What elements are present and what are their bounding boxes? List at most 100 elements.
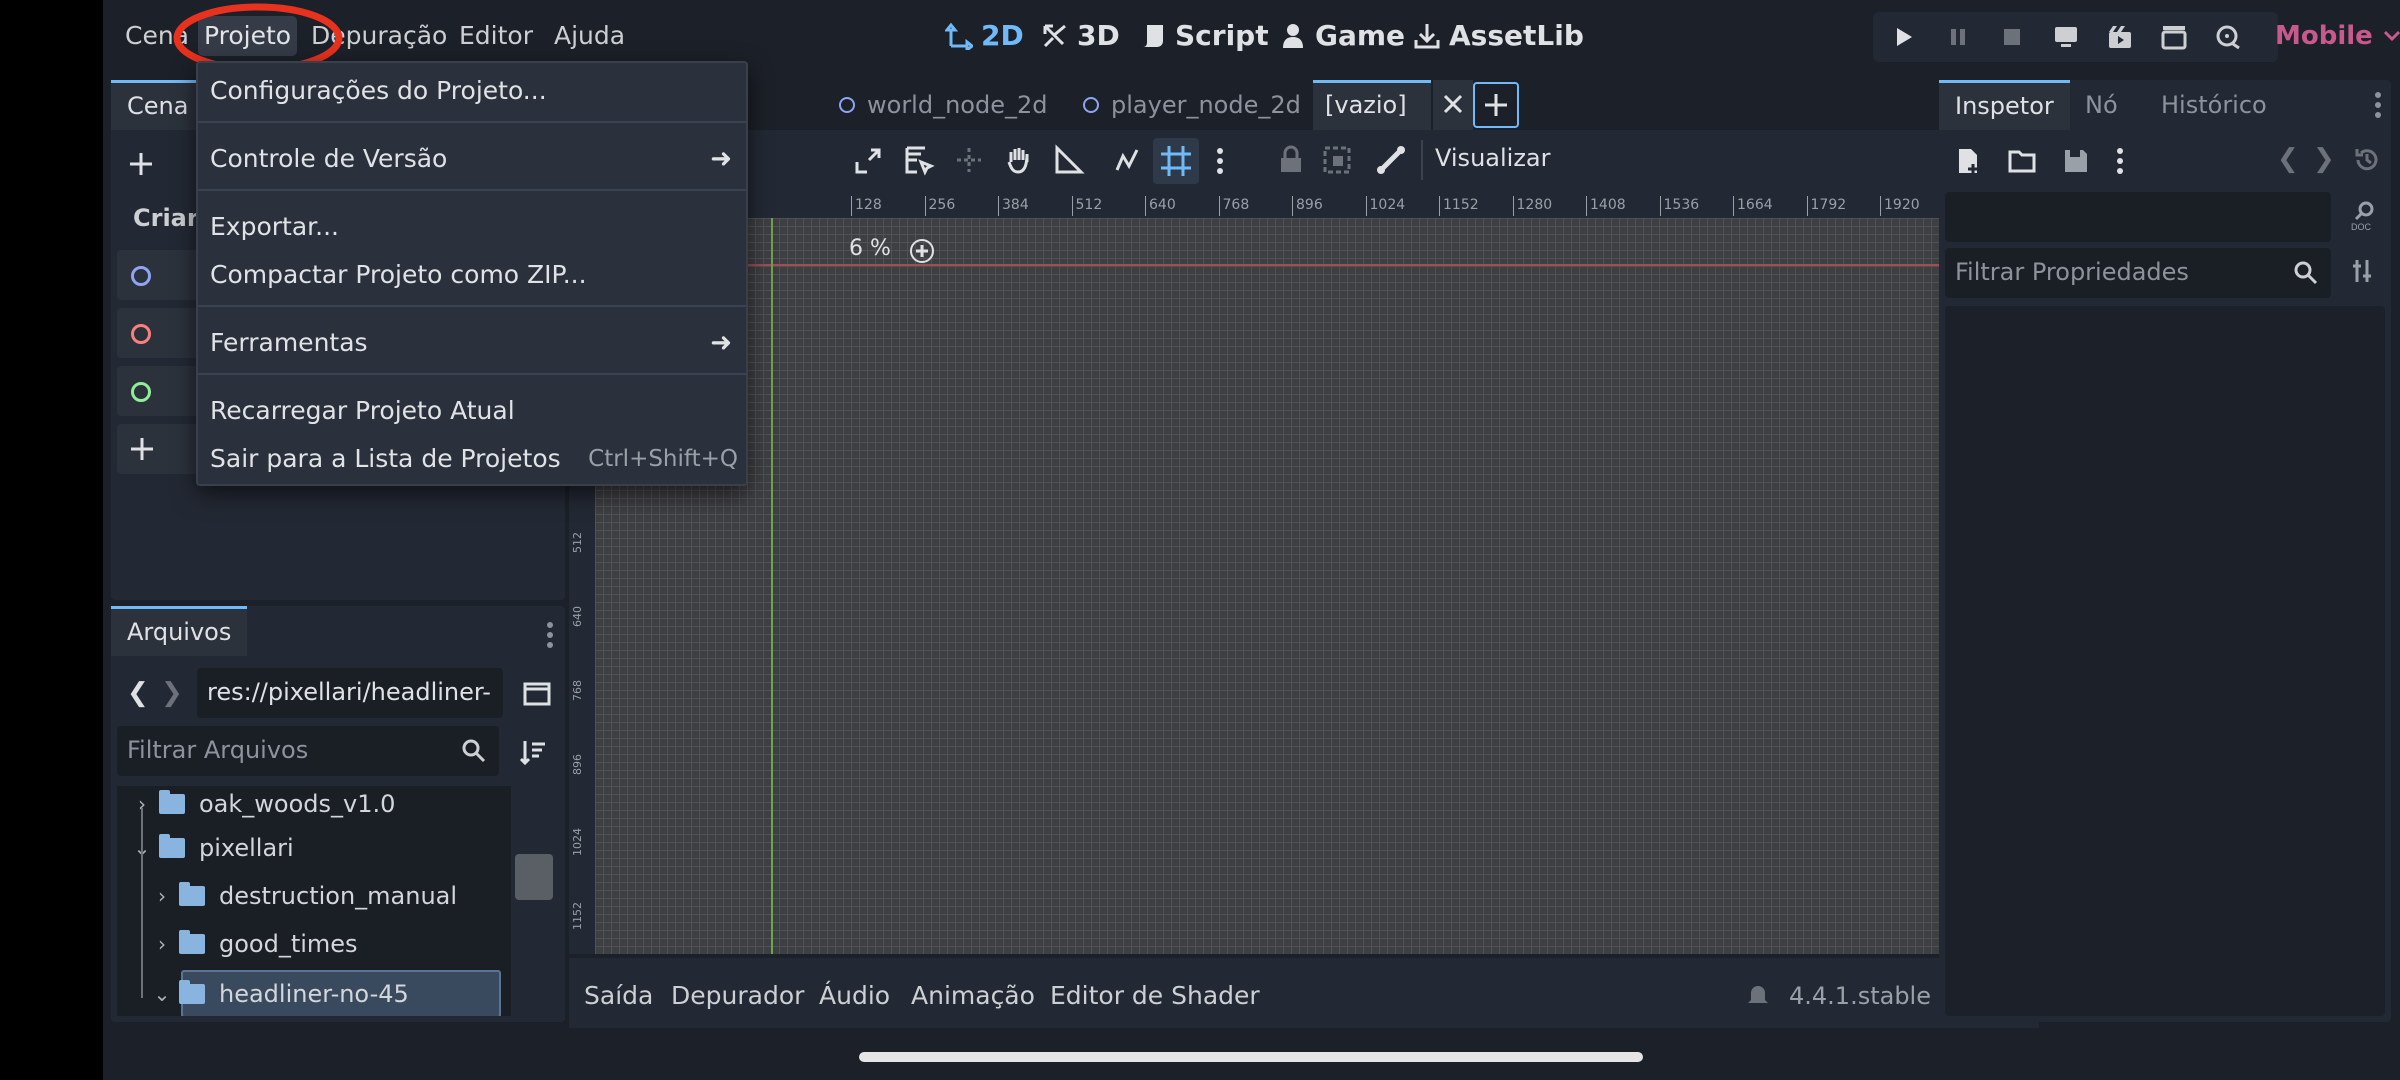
- tab-debugger[interactable]: Depurador: [671, 976, 804, 1016]
- back-arrow-icon[interactable]: ❮: [127, 678, 149, 708]
- tree-row[interactable]: › good_times: [151, 922, 358, 966]
- home-indicator[interactable]: [859, 1052, 1643, 1062]
- selectable-nodes-icon[interactable]: [903, 144, 935, 176]
- group-icon[interactable]: [1321, 144, 1353, 176]
- workspace-game[interactable]: Game: [1279, 16, 1405, 56]
- sort-button[interactable]: [513, 732, 553, 772]
- chevron-down-icon: ⌄: [153, 982, 171, 1006]
- scene-tab-empty[interactable]: [vazio]: [1313, 80, 1431, 130]
- scene-tab-label: world_node_2d: [867, 91, 1048, 119]
- view-menu[interactable]: Visualizar: [1435, 144, 1551, 172]
- menu-item-label: Exportar...: [210, 212, 339, 241]
- ruler-tick-label: 256: [924, 196, 955, 216]
- tab-cena[interactable]: Cena: [111, 80, 205, 130]
- script-icon: [1143, 25, 1163, 47]
- ruler-tick-label: 1536: [1659, 196, 1699, 216]
- ruler-icon[interactable]: [1053, 144, 1085, 176]
- scene-tab-label: [vazio]: [1325, 91, 1407, 119]
- object-path-field[interactable]: [1945, 192, 2331, 242]
- menu-item-project-settings[interactable]: Configurações do Projeto...: [206, 69, 738, 113]
- menu-item-zip[interactable]: Compactar Projeto como ZIP...: [206, 253, 738, 297]
- tree-row[interactable]: ⌄pixellari: [131, 826, 294, 870]
- renderer-select[interactable]: Mobile: [2275, 16, 2400, 56]
- tree-row[interactable]: › oak_woods_v1.0: [131, 786, 395, 826]
- scale-icon[interactable]: [853, 144, 885, 176]
- menu-item-export[interactable]: Exportar...: [206, 205, 738, 249]
- inspector-content: [1945, 306, 2385, 1016]
- stop-button[interactable]: [1995, 20, 2029, 54]
- workspace-2d[interactable]: 2D: [945, 16, 1024, 56]
- kebab-menu-icon[interactable]: [2115, 146, 2125, 176]
- ruler-tick-label: 640: [571, 606, 584, 627]
- kebab-menu-icon[interactable]: [2373, 90, 2383, 120]
- workspace-3d[interactable]: 3D: [1041, 16, 1120, 56]
- workspace-script[interactable]: Script: [1139, 16, 1269, 56]
- play-scene-button[interactable]: [2103, 20, 2137, 54]
- tools-icon[interactable]: [2349, 256, 2379, 286]
- tab-output[interactable]: Saída: [584, 976, 653, 1016]
- menu-item-tools[interactable]: Ferramentas ➜: [206, 321, 738, 365]
- tree-row[interactable]: › destruction_manual: [151, 874, 457, 918]
- new-resource-icon[interactable]: [1953, 146, 1983, 176]
- scene-tab-player[interactable]: player_node_2d: [1083, 80, 1301, 130]
- tab-historico[interactable]: Histórico: [2145, 80, 2283, 130]
- menu-separator: [198, 373, 746, 375]
- menu-item-quit-to-list[interactable]: Sair para a Lista de Projetos Ctrl+Shift+…: [206, 437, 738, 481]
- file-tree-scrollbar[interactable]: [515, 854, 553, 900]
- play-custom-scene-button[interactable]: [2157, 20, 2191, 54]
- canvas-toolbar: Visualizar: [569, 130, 2039, 192]
- toolbar-divider: [1421, 140, 1423, 180]
- pause-icon: [1951, 29, 1965, 45]
- tab-shader-editor[interactable]: Editor de Shader: [1050, 976, 1260, 1016]
- kebab-menu-icon[interactable]: [545, 620, 555, 650]
- path-field[interactable]: res://pixellari/headliner-n: [197, 668, 503, 754]
- play-button[interactable]: [1887, 20, 1921, 54]
- canvas-viewport[interactable]: 128 256 384 512 640 768 896 1024 1152 1280 1408 153…: [569, 192, 2039, 954]
- history-back-icon[interactable]: ❮: [2277, 144, 2299, 174]
- pivot-icon[interactable]: [953, 144, 985, 176]
- menu-ajuda[interactable]: Ajuda: [548, 16, 631, 56]
- lock-icon[interactable]: [1275, 144, 1307, 176]
- save-icon[interactable]: [2061, 146, 2091, 176]
- pause-button[interactable]: [1941, 20, 1975, 54]
- node2d-icon: [839, 97, 855, 113]
- tab-animation[interactable]: Animação: [911, 976, 1035, 1016]
- menu-item-shortcut: Ctrl+Shift+Q: [588, 446, 738, 472]
- menu-editor[interactable]: Editor: [453, 16, 539, 56]
- menu-item-reload[interactable]: Recarregar Projeto Atual: [206, 389, 738, 433]
- tab-no[interactable]: Nó: [2069, 80, 2134, 130]
- tab-inspetor[interactable]: Inspetor: [1939, 80, 2070, 130]
- scene-tab-world[interactable]: world_node_2d: [839, 80, 1047, 130]
- doc-search-icon[interactable]: DOC: [2347, 198, 2381, 232]
- new-scene-button[interactable]: [1473, 82, 1519, 128]
- history-forward-icon[interactable]: ❯: [2313, 144, 2335, 174]
- film-reel-icon: [2216, 25, 2240, 50]
- tab-arquivos[interactable]: Arquivos: [111, 606, 248, 656]
- open-folder-icon[interactable]: [2007, 146, 2037, 176]
- movie-maker-button[interactable]: [2211, 20, 2245, 54]
- bell-icon[interactable]: [1745, 982, 1771, 1008]
- pan-hand-icon[interactable]: [1003, 144, 1035, 176]
- tree-row[interactable]: ⌄ headliner-no-45: [151, 972, 409, 1016]
- menu-separator: [198, 305, 746, 307]
- game-icon: [1283, 24, 1303, 48]
- zoom-in-icon[interactable]: [909, 238, 935, 264]
- tab-audio[interactable]: Áudio: [819, 976, 890, 1016]
- filter-properties-input[interactable]: Filtrar Propriedades: [1945, 248, 2331, 298]
- close-tab-button[interactable]: [1433, 80, 1473, 130]
- filter-files-input[interactable]: Filtrar Arquivos: [117, 726, 499, 776]
- history-icon[interactable]: [2353, 146, 2381, 174]
- workspace-2d-label: 2D: [981, 19, 1024, 52]
- menu-item-version-control[interactable]: Controle de Versão ➜: [206, 137, 738, 181]
- grid-snap-button[interactable]: [1153, 138, 1199, 184]
- smart-snap-icon[interactable]: [1111, 144, 1143, 176]
- kebab-menu-icon[interactable]: [1215, 146, 1225, 176]
- bone-icon[interactable]: [1375, 144, 1407, 176]
- add-node-button[interactable]: [121, 144, 161, 184]
- forward-arrow-icon[interactable]: ❯: [161, 678, 183, 708]
- godot-editor: Cena Projeto Depuração Editor Ajuda 2D 3…: [103, 0, 2400, 1080]
- toggle-split-button[interactable]: [517, 674, 557, 714]
- menu-item-label: Compactar Projeto como ZIP...: [210, 260, 587, 289]
- workspace-assetlib[interactable]: AssetLib: [1413, 16, 1584, 56]
- remote-debug-button[interactable]: [2049, 20, 2083, 54]
